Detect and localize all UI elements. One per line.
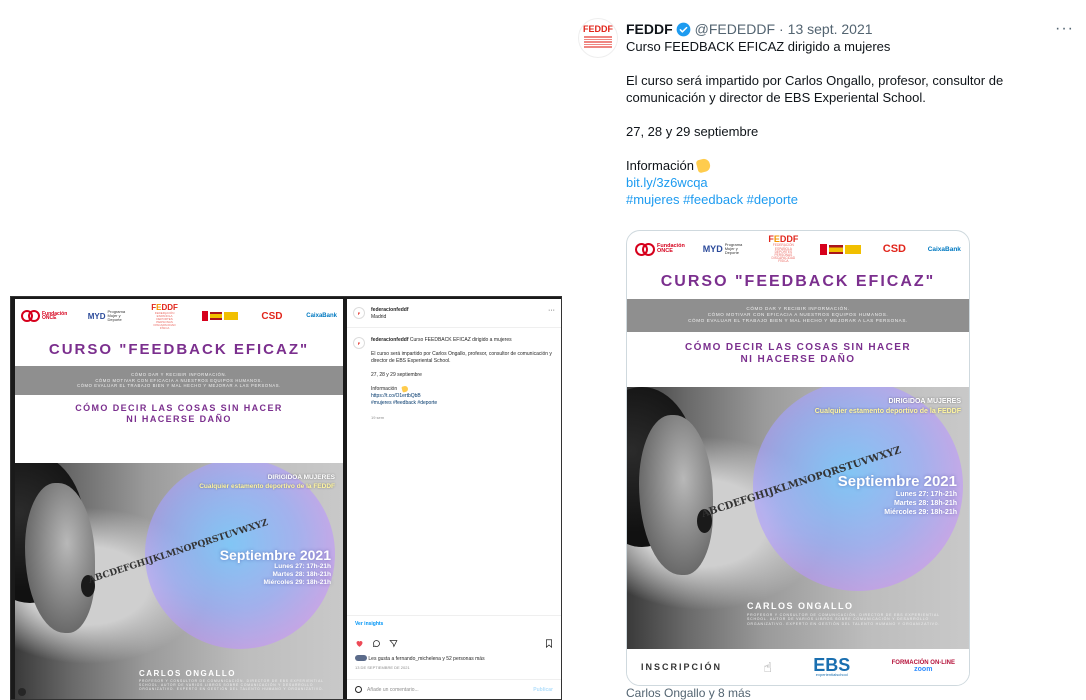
ig-likes[interactable]: Les gusta a fernando_michelena y 52 pers…: [355, 655, 485, 662]
ig-caption: F federacionfeddf Curso FEEDBACK EFICAZ …: [353, 337, 555, 422]
ig-publish-button[interactable]: Publicar: [533, 687, 553, 693]
tweet-header: FEDDF @FEDEDDF · 13 sept. 2021 ···: [626, 20, 1076, 38]
poster-band: CÓMO DAR Y RECIBIR INFORMACIÓN. CÓMO MOTI…: [627, 299, 969, 332]
poster-speaker-bio: PROFESOR Y CONSULTOR DE COMUNICACIÓN. DI…: [747, 613, 941, 626]
heart-icon[interactable]: [355, 639, 364, 648]
poster-logos: Fundación ONCE MYD Programa Mujer y Depor…: [15, 299, 343, 333]
liker-avatars: [355, 655, 367, 661]
poster-dirigida: DIRIGIDOA MUJERES Cualquier estamento dep…: [199, 474, 335, 490]
ig-comment-bar: Añade un comentario... Publicar: [347, 679, 561, 699]
poster-speaker-bio: PROFESOR Y CONSULTOR DE COMUNICACIÓN. DI…: [139, 679, 325, 692]
pointing-down-hand-icon: [695, 157, 712, 174]
poster-photo: ABCDEFGHIJKLMNOPQRSTUVWXYZ DIRIGIDOA MUJ…: [627, 387, 969, 649]
ig-post-date: 13 DE SEPTIEMBRE DE 2021: [355, 665, 410, 670]
poster-formacion: FORMACIÓN ON-LINE zoom: [891, 659, 955, 674]
share-icon[interactable]: [389, 639, 398, 648]
tweet-handle[interactable]: @FEDEDDF: [695, 21, 775, 37]
more-options-icon[interactable]: ···: [1055, 20, 1074, 38]
poster-title: CURSO "FEEDBACK EFICAZ": [660, 273, 936, 290]
tweet-hashtags[interactable]: #mujeres #feedback #deporte: [626, 191, 1076, 208]
poster-logos: Fundación ONCE MYD Programa Mujer y Depor…: [627, 231, 969, 267]
ig-actions: [355, 639, 398, 648]
tweet-tagged-users[interactable]: Carlos Ongallo y 8 más: [626, 686, 751, 700]
tweet-paragraph: El curso será impartido por Carlos Ongal…: [626, 73, 1004, 105]
bookmark-icon[interactable]: [545, 639, 553, 648]
feddf-logo: FEDDF FEDERACIÓN ESPAÑOLA DEPORTES PERSO…: [151, 302, 178, 330]
ig-location[interactable]: Madrid: [371, 314, 386, 320]
poster-speaker: CARLOS ONGALLO: [747, 601, 854, 611]
instagram-screenshot: Fundación ONCE MYD Programa Mujer y Depor…: [10, 296, 562, 700]
poster-inscripcion: INSCRIPCIÓN: [641, 662, 723, 672]
ig-comment-input[interactable]: Añade un comentario...: [367, 687, 419, 693]
feddf-logo: FEDDF FEDERACIÓN ESPAÑOLA DEPORTES PERSO…: [768, 234, 799, 264]
tweet: FEDDF FEDDF @FEDEDDF · 13 sept. 2021 ···…: [578, 8, 1078, 700]
poster-footer: INSCRIPCIÓN ☝ EBS experientialschool FORM…: [627, 649, 969, 685]
user-tag-icon[interactable]: [18, 688, 26, 696]
comment-icon[interactable]: [372, 639, 381, 648]
tweet-info: Información: [626, 157, 1076, 174]
ig-side-panel: F federacionfeddf Madrid ··· F federacio…: [347, 299, 561, 699]
poster-title: CURSO "FEEDBACK EFICAZ": [48, 341, 310, 358]
ig-more-icon[interactable]: ···: [548, 307, 555, 321]
ig-account-name[interactable]: federacionfeddf: [371, 307, 409, 313]
tweet-link[interactable]: bit.ly/3z6wcqa: [626, 174, 1076, 191]
emoji-icon[interactable]: [355, 686, 362, 693]
tweet-author-name[interactable]: FEDDF: [626, 21, 673, 37]
ig-poster-image: Fundación ONCE MYD Programa Mujer y Depor…: [15, 299, 343, 699]
ig-caption-avatar[interactable]: F: [353, 337, 365, 349]
poster-subtitle: CÓMO DECIR LAS COSAS SIN HACER NI HACERSE…: [685, 341, 911, 366]
poster-dirigida: DIRIGIDOA MUJERES Cualquier estamento dep…: [814, 398, 961, 415]
feddf-avatar-logo: FEDDF: [583, 24, 613, 34]
caixabank-logo: CaixaBank: [306, 313, 337, 319]
tweet-separator: ·: [779, 21, 784, 37]
tweet-body: FEDDF @FEDEDDF · 13 sept. 2021 ··· Curso…: [626, 20, 1076, 208]
tweet-text: Curso FEEDBACK EFICAZ dirigido a mujeres…: [626, 38, 1076, 208]
poster-dates: Septiembre 2021 Lunes 27: 17h-21h Martes…: [219, 547, 331, 586]
feddf-avatar[interactable]: FEDDF: [578, 18, 618, 58]
poster-band: CÓMO DAR Y RECIBIR INFORMACIÓN. CÓMO MOTI…: [15, 366, 343, 396]
csd-logo: CSD: [882, 243, 906, 255]
once-logo: Fundación ONCE: [635, 242, 685, 256]
myd-logo: MYD Programa Mujer y Deporte: [87, 309, 126, 322]
pointing-hand-icon: [400, 385, 409, 393]
csd-logo: CSD: [261, 310, 283, 322]
caixabank-logo: CaixaBank: [927, 245, 961, 253]
ig-caption-link[interactable]: https://t.co/O1ertbQbB: [371, 393, 421, 399]
poster-dates: Septiembre 2021 Lunes 27: 17h-21h Martes…: [837, 473, 957, 516]
once-logo: Fundación ONCE: [21, 310, 67, 322]
poster-speaker: CARLOS ONGALLO: [139, 669, 236, 678]
gobierno-logo: [201, 311, 238, 321]
tweet-dates: 27, 28 y 29 septiembre: [626, 124, 759, 139]
poster-subtitle: CÓMO DECIR LAS COSAS SIN HACER NI HACERSE…: [75, 403, 283, 425]
poster-photo: ABCDEFGHIJKLMNOPQRSTUVWXYZ DIRIGIDOA MUJ…: [15, 463, 343, 699]
verified-badge-icon: [676, 22, 691, 36]
ig-avatar[interactable]: F: [353, 307, 365, 319]
click-hand-icon: ☝: [763, 658, 772, 675]
tweet-title-line: Curso FEEDBACK EFICAZ dirigido a mujeres: [626, 39, 891, 54]
ig-caption-hashtags[interactable]: #mujeres #feedback #deporte: [371, 400, 437, 406]
gobierno-logo: [820, 243, 862, 255]
myd-logo: MYD Programa Mujer y Deporte: [702, 242, 743, 255]
ebs-logo: EBS experientialschool: [813, 655, 851, 678]
tweet-media-image[interactable]: Fundación ONCE MYD Programa Mujer y Depor…: [626, 230, 970, 686]
tweet-date[interactable]: 13 sept. 2021: [788, 21, 873, 37]
ig-post-header: F federacionfeddf Madrid ···: [353, 307, 555, 321]
ig-insights-link[interactable]: Ver insights: [355, 621, 383, 627]
